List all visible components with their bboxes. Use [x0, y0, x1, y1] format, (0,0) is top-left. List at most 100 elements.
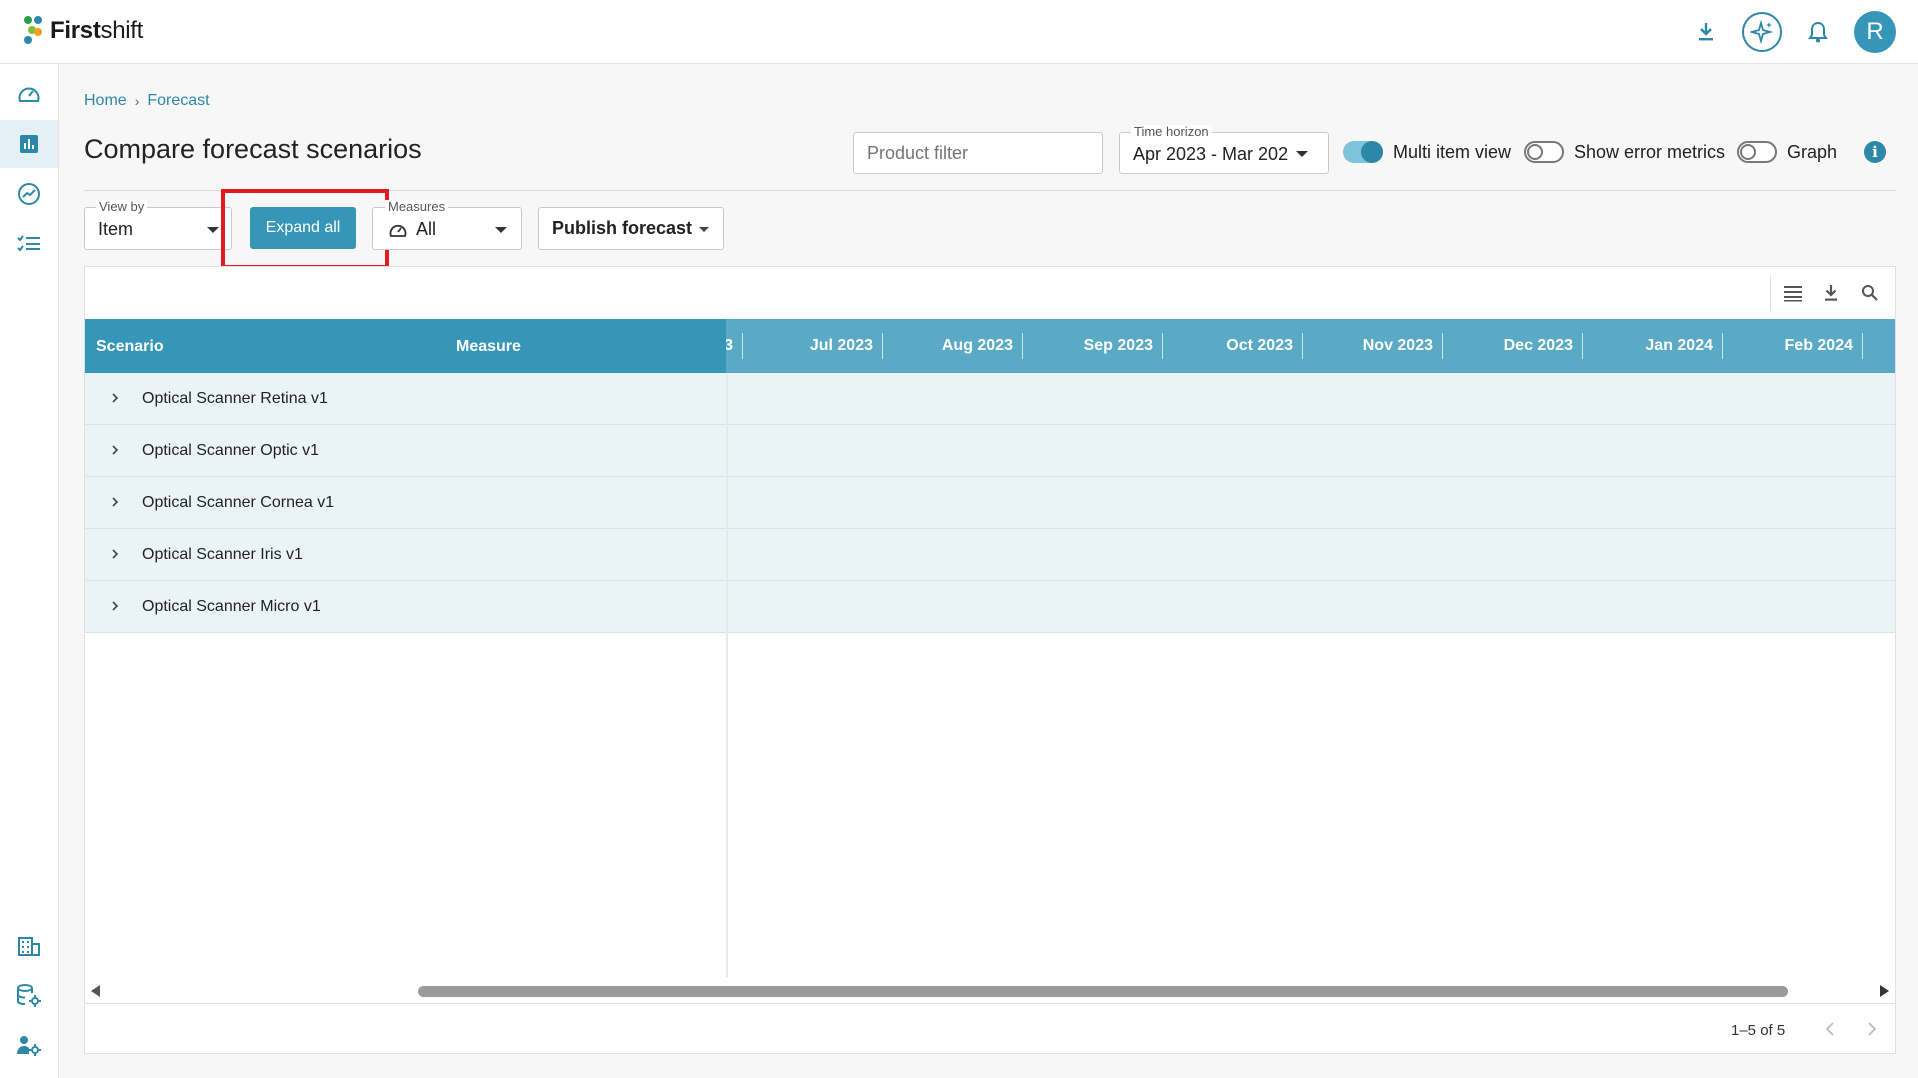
measures-label: Measures — [385, 200, 449, 214]
publish-forecast-button[interactable]: Publish forecast — [538, 207, 724, 250]
sidebar-item-forecast[interactable] — [0, 120, 58, 168]
multi-item-view-switch[interactable] — [1343, 141, 1383, 163]
table-row[interactable]: Optical Scanner Micro v1 — [85, 581, 1895, 633]
table-row[interactable]: Optical Scanner Optic v1 — [85, 425, 1895, 477]
breadcrumb-separator: › — [134, 93, 140, 109]
grid-toolbar — [85, 267, 1895, 319]
table-row[interactable]: Optical Scanner Iris v1 — [85, 529, 1895, 581]
bar-chart-icon — [20, 135, 38, 153]
firstshift-logo[interactable]: Firstshift — [22, 14, 143, 48]
scroll-left-icon[interactable] — [91, 985, 100, 997]
checklist-icon — [17, 235, 40, 252]
measures-select[interactable]: Measures All — [372, 200, 522, 250]
month-header[interactable]: Jan 2024 — [1583, 319, 1723, 373]
top-bar: Firstshift R — [0, 0, 1918, 64]
show-error-metrics-label: Show error metrics — [1574, 141, 1726, 162]
pagination-text: 1–5 of 5 — [1731, 1022, 1786, 1039]
chevron-right-icon[interactable] — [107, 390, 123, 406]
column-header-scenario[interactable]: Scenario — [96, 338, 164, 356]
sidebar-item-tasks[interactable] — [0, 220, 58, 268]
pinned-header: Scenario Measure — [85, 319, 726, 373]
speedometer-icon — [389, 224, 407, 237]
show-error-metrics-switch[interactable] — [1524, 141, 1564, 163]
measures-value: All — [416, 219, 437, 239]
building-icon — [18, 937, 40, 956]
grid-download-icon[interactable] — [1818, 280, 1844, 306]
sidebar-item-trends[interactable] — [0, 170, 58, 218]
month-header[interactable]: Jul 2023 — [743, 319, 883, 373]
horizontal-scrollbar[interactable] — [85, 979, 1895, 1003]
chevron-down-icon — [1296, 151, 1308, 157]
time-horizon-value: Apr 2023 - Mar 202 — [1133, 144, 1289, 164]
scenario-name: Optical Scanner Cornea v1 — [142, 494, 335, 511]
trend-circle-icon — [18, 183, 40, 205]
time-horizon-select[interactable]: Time horizon Apr 2023 - Mar 202 — [1119, 125, 1329, 174]
table-row[interactable]: Optical Scanner Cornea v1 — [85, 477, 1895, 529]
grid-rows: Optical Scanner Retina v1 Optical Scanner… — [85, 373, 1895, 633]
sidebar-item-data-settings[interactable] — [0, 972, 58, 1020]
sidebar — [0, 64, 59, 1078]
grid-header: 3 Jul 2023 Aug 2023 Sep 2023 Oct 2023 Nov 20… — [85, 319, 1895, 373]
view-by-select[interactable]: View by Item — [84, 200, 232, 250]
user-avatar[interactable]: R — [1854, 11, 1896, 53]
logo-mark-icon — [22, 14, 46, 48]
next-page-icon[interactable] — [1861, 1018, 1883, 1040]
notification-bell-icon[interactable] — [1804, 18, 1832, 46]
publish-forecast-label: Publish forecast — [552, 218, 693, 238]
scenario-name: Optical Scanner Micro v1 — [142, 598, 321, 615]
month-header[interactable]: Oct 2023 — [1163, 319, 1303, 373]
scenario-name: Optical Scanner Retina v1 — [142, 390, 328, 407]
scenario-name: Optical Scanner Optic v1 — [142, 442, 319, 459]
grid-search-icon[interactable] — [1857, 280, 1883, 306]
graph-label: Graph — [1787, 141, 1838, 162]
breadcrumb-forecast[interactable]: Forecast — [147, 92, 209, 110]
month-header[interactable]: Aug 2023 — [883, 319, 1023, 373]
scroll-thumb[interactable] — [418, 986, 1788, 997]
page-title: Compare forecast scenarios — [84, 134, 422, 164]
breadcrumb-home[interactable]: Home — [84, 92, 127, 110]
product-filter-input[interactable] — [853, 132, 1103, 174]
database-settings-icon — [17, 984, 41, 1007]
table-row[interactable]: Optical Scanner Retina v1 — [85, 373, 1895, 425]
month-header[interactable]: Nov 2023 — [1303, 319, 1443, 373]
view-by-value: Item — [98, 219, 134, 239]
brand-light: shift — [100, 17, 144, 44]
sidebar-item-dashboard[interactable] — [0, 70, 58, 118]
multi-item-view-label: Multi item view — [1393, 141, 1512, 162]
breadcrumb: Home › Forecast — [84, 92, 210, 110]
sparkle-icon — [1750, 20, 1774, 44]
highlight-annotation — [221, 189, 389, 269]
show-error-metrics-toggle[interactable]: Show error metrics — [1524, 141, 1725, 163]
view-by-label: View by — [96, 200, 148, 214]
chevron-right-icon[interactable] — [107, 442, 123, 458]
user-settings-icon — [17, 1036, 41, 1056]
download-icon[interactable] — [1692, 18, 1720, 46]
ai-assistant-button[interactable] — [1742, 12, 1782, 52]
chevron-down-icon — [207, 227, 219, 233]
time-horizon-label: Time horizon — [1131, 125, 1212, 139]
month-header[interactable]: Dec 2023 — [1443, 319, 1583, 373]
multi-item-view-toggle[interactable]: Multi item view — [1343, 141, 1511, 163]
chevron-right-icon[interactable] — [107, 546, 123, 562]
pinned-divider — [726, 373, 728, 977]
scroll-right-icon[interactable] — [1880, 985, 1889, 997]
month-header[interactable]: Sep 2023 — [1023, 319, 1163, 373]
month-header[interactable]: Feb 2024 — [1723, 319, 1863, 373]
previous-page-icon[interactable] — [1819, 1018, 1841, 1040]
columns-menu-icon[interactable] — [1780, 280, 1806, 306]
forecast-grid: 3 Jul 2023 Aug 2023 Sep 2023 Oct 2023 Nov 20… — [84, 266, 1896, 1054]
speedometer-icon — [18, 87, 40, 102]
chevron-right-icon[interactable] — [107, 598, 123, 614]
chevron-down-icon — [699, 227, 709, 232]
scenario-name: Optical Scanner Iris v1 — [142, 546, 303, 563]
info-icon[interactable]: i — [1864, 141, 1886, 163]
column-header-measure[interactable]: Measure — [456, 338, 521, 356]
chevron-right-icon[interactable] — [107, 494, 123, 510]
sidebar-item-organization[interactable] — [0, 922, 58, 970]
grid-footer: 1–5 of 5 — [85, 1003, 1895, 1053]
chevron-down-icon — [495, 227, 507, 233]
graph-toggle[interactable]: Graph — [1737, 141, 1837, 163]
sidebar-item-user-settings[interactable] — [0, 1022, 58, 1070]
graph-switch[interactable] — [1737, 141, 1777, 163]
brand-bold: First — [50, 17, 101, 44]
